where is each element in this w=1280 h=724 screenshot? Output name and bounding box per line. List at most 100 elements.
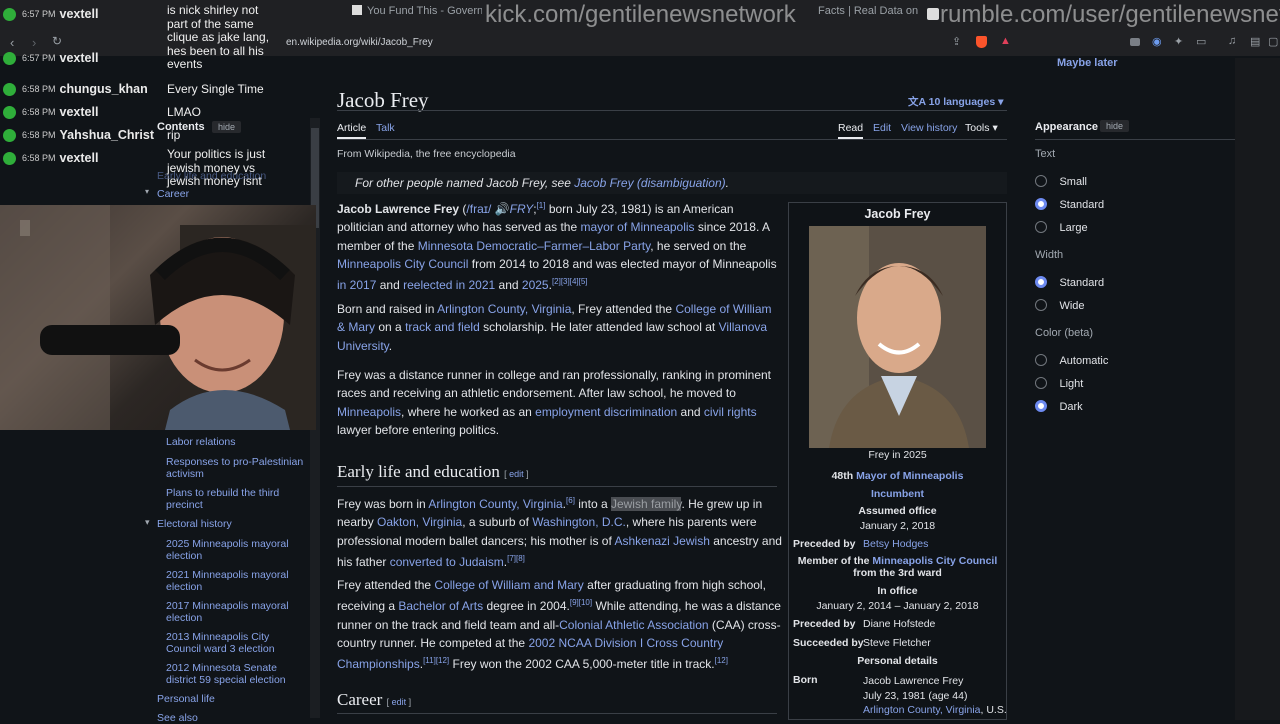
forward-icon[interactable]: › xyxy=(32,35,36,50)
toc-item-personal-life[interactable]: Personal life xyxy=(157,693,215,705)
infobox-photo[interactable] xyxy=(809,226,986,448)
languages-button[interactable]: 文A 10 languages ▾ xyxy=(908,94,1003,109)
toc-item-2021-election[interactable]: 2021 Minneapolis mayoral election xyxy=(166,569,306,593)
tab-read[interactable]: Read xyxy=(838,122,864,139)
radio-color-dark[interactable]: Dark xyxy=(1035,399,1083,417)
link-dfl[interactable]: Minnesota Democratic–Farmer–Labor Party xyxy=(418,239,651,253)
window-icon[interactable]: ▢ xyxy=(1268,35,1278,48)
brave-rewards-icon[interactable]: ▲ xyxy=(1000,35,1011,47)
chevron-down-icon[interactable]: ▾ xyxy=(145,187,149,196)
ref[interactable]: [2][3][4][5] xyxy=(552,277,588,286)
toc-item-third-precinct[interactable]: Plans to rebuild the third precinct xyxy=(166,487,306,511)
radio-text-large[interactable]: Large xyxy=(1035,220,1088,238)
link-arlington[interactable]: Arlington County, Virginia xyxy=(428,497,562,511)
music-icon[interactable]: ♫ xyxy=(1228,35,1236,47)
chevron-down-icon[interactable]: ▾ xyxy=(145,517,150,528)
back-icon[interactable]: ‹ xyxy=(10,35,14,50)
extensions-icon[interactable]: ✦ xyxy=(1174,35,1183,48)
menu-icon[interactable]: ▤ xyxy=(1250,35,1260,48)
link-oakton[interactable]: Oakton, Virginia xyxy=(377,515,462,529)
link-converted[interactable]: converted to Judaism xyxy=(390,555,504,569)
hatnote-link[interactable]: Jacob Frey (disambiguation) xyxy=(574,176,725,190)
page-scroll-gutter[interactable] xyxy=(1235,58,1280,720)
ref[interactable]: [1] xyxy=(537,201,546,210)
speaker-icon[interactable]: 🔊 xyxy=(495,202,510,216)
toc-item-2013-election[interactable]: 2013 Minneapolis City Council ward 3 ele… xyxy=(166,631,306,655)
section-divider xyxy=(337,486,777,487)
respell-link[interactable]: FRY xyxy=(510,202,534,216)
reload-icon[interactable]: ↻ xyxy=(52,34,62,48)
browser-tab[interactable]: You Fund This - Government xyxy=(352,5,482,27)
tab-edit[interactable]: Edit xyxy=(873,122,891,134)
radio-text-small[interactable]: Small xyxy=(1035,174,1087,192)
link-mayor[interactable]: Mayor of Minneapolis xyxy=(856,470,963,482)
play-icon xyxy=(3,7,16,21)
radio-width-standard[interactable]: Standard xyxy=(1035,275,1104,293)
toc-item-2025-election[interactable]: 2025 Minneapolis mayoral election xyxy=(166,538,306,562)
tools-menu[interactable]: Tools ▾ xyxy=(965,122,998,134)
link-civil-rights[interactable]: civil rights xyxy=(704,405,757,419)
link-washington[interactable]: Washington, D.C. xyxy=(532,515,626,529)
chat-row: 6:58 PM vextell xyxy=(0,149,98,167)
share-icon[interactable]: ⇪ xyxy=(952,35,961,48)
link-council[interactable]: Minneapolis City Council xyxy=(872,555,997,567)
ref[interactable]: [7][8] xyxy=(507,554,525,563)
link-2025[interactable]: 2025 xyxy=(522,278,549,292)
sidebar-icon[interactable]: ▭ xyxy=(1196,35,1206,48)
link-bachelor[interactable]: Bachelor of Arts xyxy=(398,599,483,613)
link-council[interactable]: Minneapolis City Council xyxy=(337,257,468,271)
toc-item-2012-election[interactable]: 2012 Minnesota Senate district 59 specia… xyxy=(166,662,306,686)
webcam-overlay xyxy=(0,205,316,430)
toc-item-palestinian-activism[interactable]: Responses to pro-Palestinian activism xyxy=(166,456,306,480)
radio-color-automatic[interactable]: Automatic xyxy=(1035,353,1108,371)
link-2017[interactable]: in 2017 xyxy=(337,278,376,292)
tab-view-history[interactable]: View history xyxy=(901,122,957,134)
toc-item-career[interactable]: Career xyxy=(157,188,297,200)
link-2021[interactable]: reelected in 2021 xyxy=(403,278,495,292)
ref[interactable]: [11][12] xyxy=(423,656,449,665)
ref[interactable]: [6] xyxy=(566,496,575,505)
link-college[interactable]: College of William and Mary xyxy=(434,578,583,592)
radio-color-light[interactable]: Light xyxy=(1035,376,1083,394)
radio-width-wide[interactable]: Wide xyxy=(1035,298,1085,316)
link-employment-discrimination[interactable]: employment discrimination xyxy=(535,405,677,419)
brave-shield-icon[interactable] xyxy=(976,36,987,48)
value: January 2, 2018 xyxy=(859,519,936,532)
link-arlington[interactable]: Arlington County, Virginia xyxy=(863,704,981,716)
radio-label: Automatic xyxy=(1059,355,1109,367)
radio-text-standard[interactable]: Standard xyxy=(1035,197,1104,215)
maybe-later-button[interactable]: Maybe later xyxy=(1057,57,1118,69)
divider xyxy=(1035,139,1235,140)
tab-article[interactable]: Article xyxy=(337,122,367,139)
radio-icon xyxy=(1035,377,1047,389)
browser-tab[interactable]: Facts | Real Data on H1B xyxy=(818,5,918,27)
tab-talk[interactable]: Talk xyxy=(376,122,395,134)
appearance-hide-button[interactable]: hide xyxy=(1100,120,1130,132)
edit-section-link[interactable]: edit xyxy=(392,697,407,707)
toc-item-see-also[interactable]: See also xyxy=(157,712,198,724)
highlighted-text[interactable]: Jewish family xyxy=(610,497,682,511)
link-minneapolis[interactable]: Minneapolis xyxy=(337,405,401,419)
url-field[interactable]: en.wikipedia.org/wiki/Jacob_Frey xyxy=(286,37,433,48)
extension-icon[interactable]: ◉ xyxy=(1152,35,1162,48)
ref[interactable]: [12] xyxy=(715,656,728,665)
link-arlington[interactable]: Arlington County, Virginia xyxy=(437,302,571,316)
chat-message: is nick shirley not part of the same cli… xyxy=(167,3,270,71)
link-mayor[interactable]: mayor of Minneapolis xyxy=(581,220,695,234)
ref[interactable]: [9][10] xyxy=(570,598,592,607)
link-caa[interactable]: Colonial Athletic Association xyxy=(559,618,708,632)
extension-icon[interactable] xyxy=(1130,38,1140,46)
toc-item-2017-election[interactable]: 2017 Minneapolis mayoral election xyxy=(166,600,306,624)
toc-item-labor-relations[interactable]: Labor relations xyxy=(166,436,306,448)
edit-section-link[interactable]: edit xyxy=(509,469,524,479)
link-track-field[interactable]: track and field xyxy=(405,320,480,334)
link-ashkenazi[interactable]: Ashkenazi Jewish xyxy=(614,534,709,548)
toc-hide-button[interactable]: hide xyxy=(212,121,242,133)
value: July 23, 1981 (age 44) xyxy=(863,689,968,702)
ipa-link[interactable]: /fraɪ/ xyxy=(466,202,491,216)
lead-text: , he served on the xyxy=(650,238,747,253)
incumbent-link[interactable]: Incumbent xyxy=(871,488,924,500)
toc-item-electoral-history[interactable]: Electoral history xyxy=(157,518,232,530)
wikipedia-tab-icon[interactable] xyxy=(927,8,939,20)
link-predecessor[interactable]: Betsy Hodges xyxy=(863,538,928,550)
